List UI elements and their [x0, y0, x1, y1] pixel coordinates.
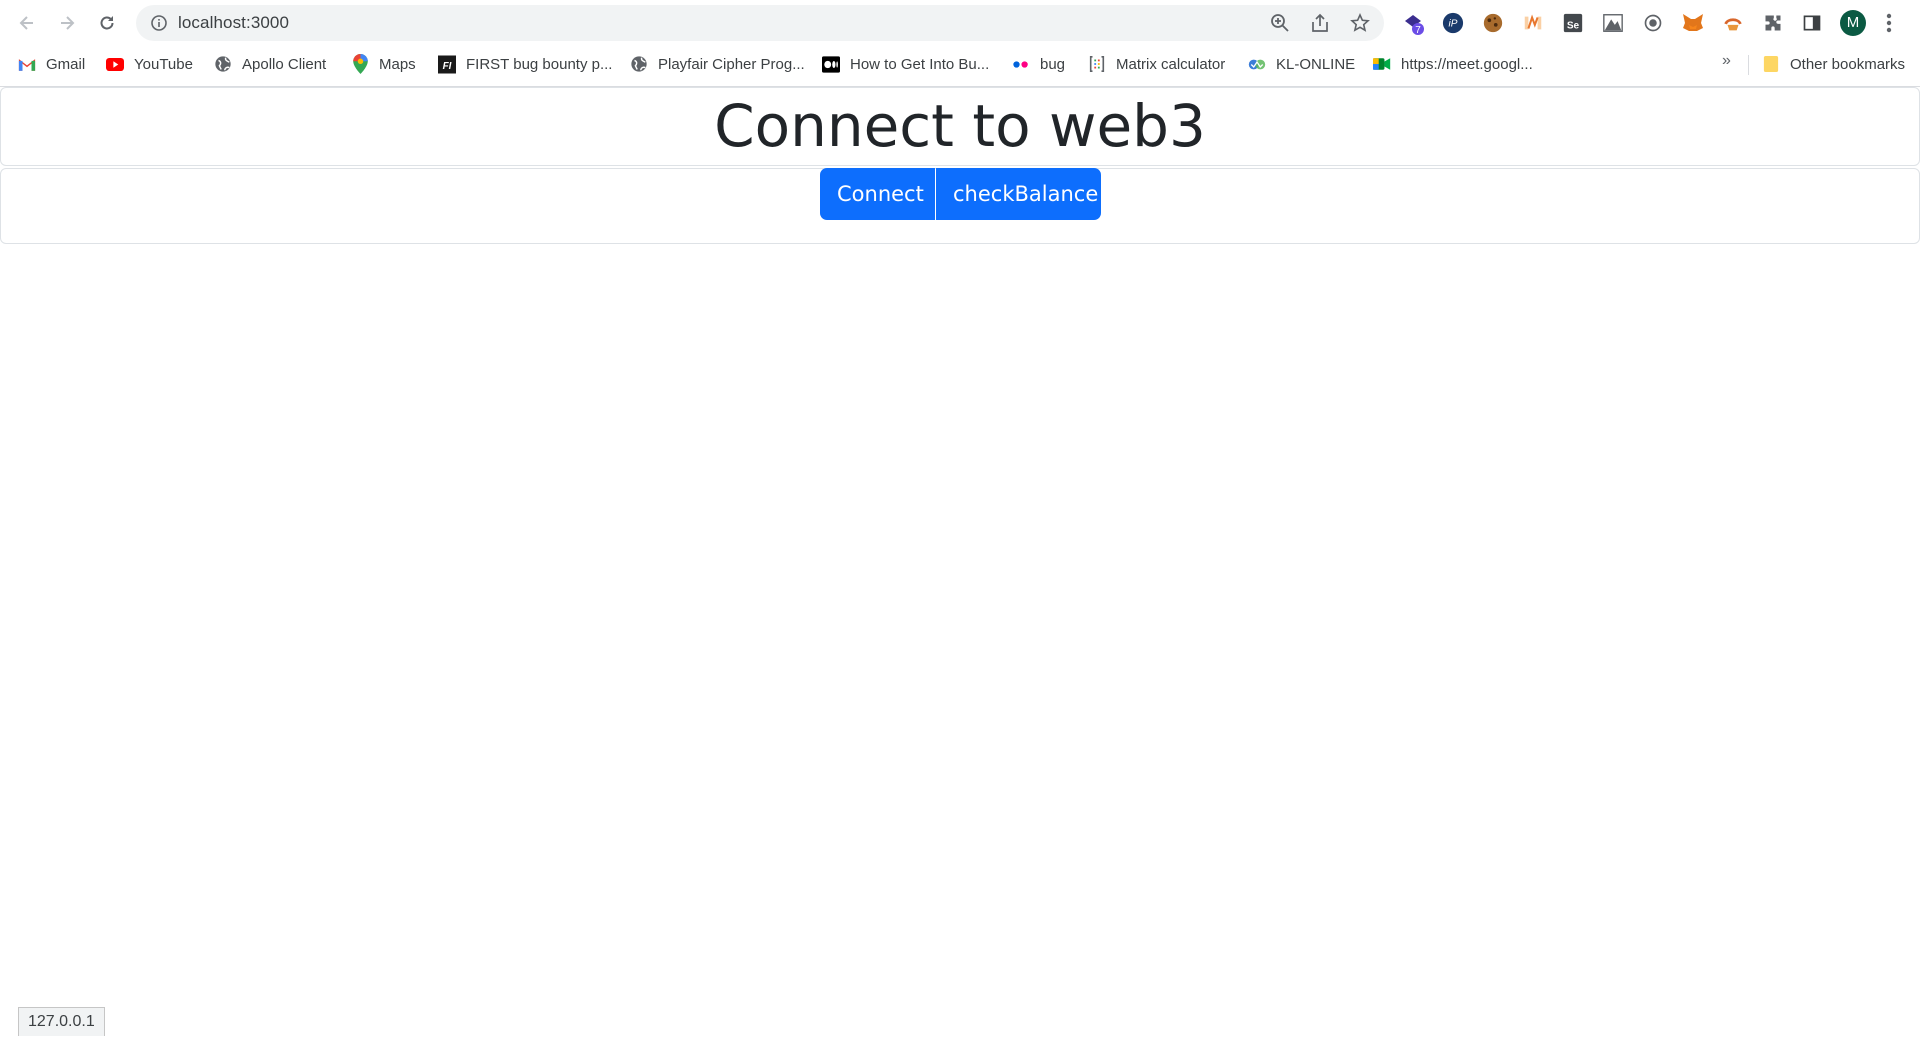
page-title: Connect to web3: [714, 92, 1206, 160]
selenium-icon[interactable]: Se: [1561, 11, 1585, 35]
bookmark-gmail[interactable]: Gmail: [18, 46, 85, 82]
bookmark-google-meet[interactable]: https://meet.googl...: [1373, 46, 1533, 82]
address-bar[interactable]: localhost:3000: [136, 5, 1384, 41]
kl-online-icon: [1248, 55, 1266, 73]
medium-icon: [822, 55, 840, 73]
status-bar: 127.0.0.1: [18, 1007, 105, 1036]
profile-avatar[interactable]: M: [1840, 10, 1866, 36]
globe-icon: [214, 55, 232, 73]
bookmarks-bar: Gmail YouTube Apollo Client Maps FI FIRS…: [0, 46, 1920, 87]
first-icon: FI: [438, 55, 456, 73]
bookmark-bug[interactable]: bug: [1012, 46, 1065, 82]
metamask-fox-icon[interactable]: [1681, 11, 1705, 35]
bookmark-playfair-cipher[interactable]: Playfair Cipher Prog...: [630, 46, 805, 82]
globe-icon: [630, 55, 648, 73]
bookmark-label: Maps: [379, 55, 416, 73]
extensions-puzzle-icon[interactable]: [1761, 11, 1785, 35]
reload-button[interactable]: [91, 7, 123, 39]
bookmark-kl-online[interactable]: KL-ONLINE: [1248, 46, 1355, 82]
bookmark-label: KL-ONLINE: [1276, 55, 1356, 73]
site-info-icon[interactable]: [150, 14, 168, 32]
record-icon[interactable]: [1641, 11, 1665, 35]
bookmark-label: How to Get Into Bu...: [850, 55, 990, 73]
browser-toolbar: localhost:3000 7 iP Se M: [0, 0, 1920, 46]
back-button[interactable]: [11, 7, 43, 39]
button-group: Connect checkBalance: [820, 168, 1101, 220]
bookmark-star-icon[interactable]: [1350, 13, 1370, 33]
other-bookmarks-folder[interactable]: Other bookmarks: [1762, 46, 1905, 82]
page-viewport: Connect to web3 Connect checkBalance: [0, 87, 1920, 1037]
bookmarks-overflow-button[interactable]: »: [1722, 52, 1731, 70]
bookmark-youtube[interactable]: YouTube: [106, 46, 193, 82]
bookmark-label: https://meet.googl...: [1401, 55, 1533, 73]
header-card: Connect to web3: [0, 87, 1920, 166]
kebab-menu-icon[interactable]: [1885, 12, 1893, 34]
cookie-icon[interactable]: [1481, 11, 1505, 35]
reload-icon: [100, 16, 114, 30]
bookmark-label: FIRST bug bounty p...: [466, 55, 613, 73]
gmail-icon: [18, 55, 36, 73]
bookmark-label: Matrix calculator: [1116, 55, 1226, 73]
meet-icon: [1373, 55, 1391, 73]
ip-extension-icon[interactable]: iP: [1441, 11, 1465, 35]
check-balance-button[interactable]: checkBalance: [936, 168, 1101, 220]
svg-text:7: 7: [1415, 25, 1421, 35]
bookmark-first-bug-bounty[interactable]: FI FIRST bug bounty p...: [438, 46, 612, 82]
arrow-left-icon: [19, 16, 33, 30]
bookmark-label: Apollo Client: [242, 55, 327, 73]
bookmark-label: YouTube: [134, 55, 193, 73]
arrow-right-icon: [61, 16, 75, 30]
other-bookmarks-label: Other bookmarks: [1790, 55, 1906, 73]
maps-pin-icon: [351, 54, 369, 74]
matrix-icon: [1088, 55, 1106, 73]
bookmark-maps[interactable]: Maps: [351, 46, 416, 82]
folder-icon: [1762, 55, 1780, 73]
forward-button[interactable]: [51, 7, 83, 39]
svg-text:iP: iP: [1449, 19, 1458, 30]
bookmark-how-to-get-into[interactable]: How to Get Into Bu...: [822, 46, 989, 82]
wappalyzer-icon[interactable]: [1521, 11, 1545, 35]
hackbar-icon[interactable]: [1721, 11, 1745, 35]
youtube-icon: [106, 55, 124, 73]
bookmarks-divider: [1748, 55, 1749, 75]
bookmark-label: bug: [1040, 55, 1066, 73]
image-extension-icon[interactable]: [1601, 11, 1625, 35]
bookmark-label: Playfair Cipher Prog...: [658, 55, 805, 73]
zoom-icon[interactable]: [1270, 13, 1290, 33]
svg-text:FI: FI: [443, 61, 452, 72]
side-panel-icon[interactable]: [1800, 11, 1824, 35]
flickr-icon: [1012, 55, 1030, 73]
extension-badge-icon[interactable]: 7: [1401, 11, 1425, 35]
bookmark-label: Gmail: [46, 55, 86, 73]
bookmark-apollo-client[interactable]: Apollo Client: [214, 46, 326, 82]
svg-text:Se: Se: [1567, 21, 1580, 32]
bookmark-matrix-calculator[interactable]: Matrix calculator: [1088, 46, 1225, 82]
connect-button[interactable]: Connect: [820, 168, 935, 220]
share-icon[interactable]: [1310, 13, 1330, 33]
url-text[interactable]: localhost:3000: [178, 5, 289, 41]
